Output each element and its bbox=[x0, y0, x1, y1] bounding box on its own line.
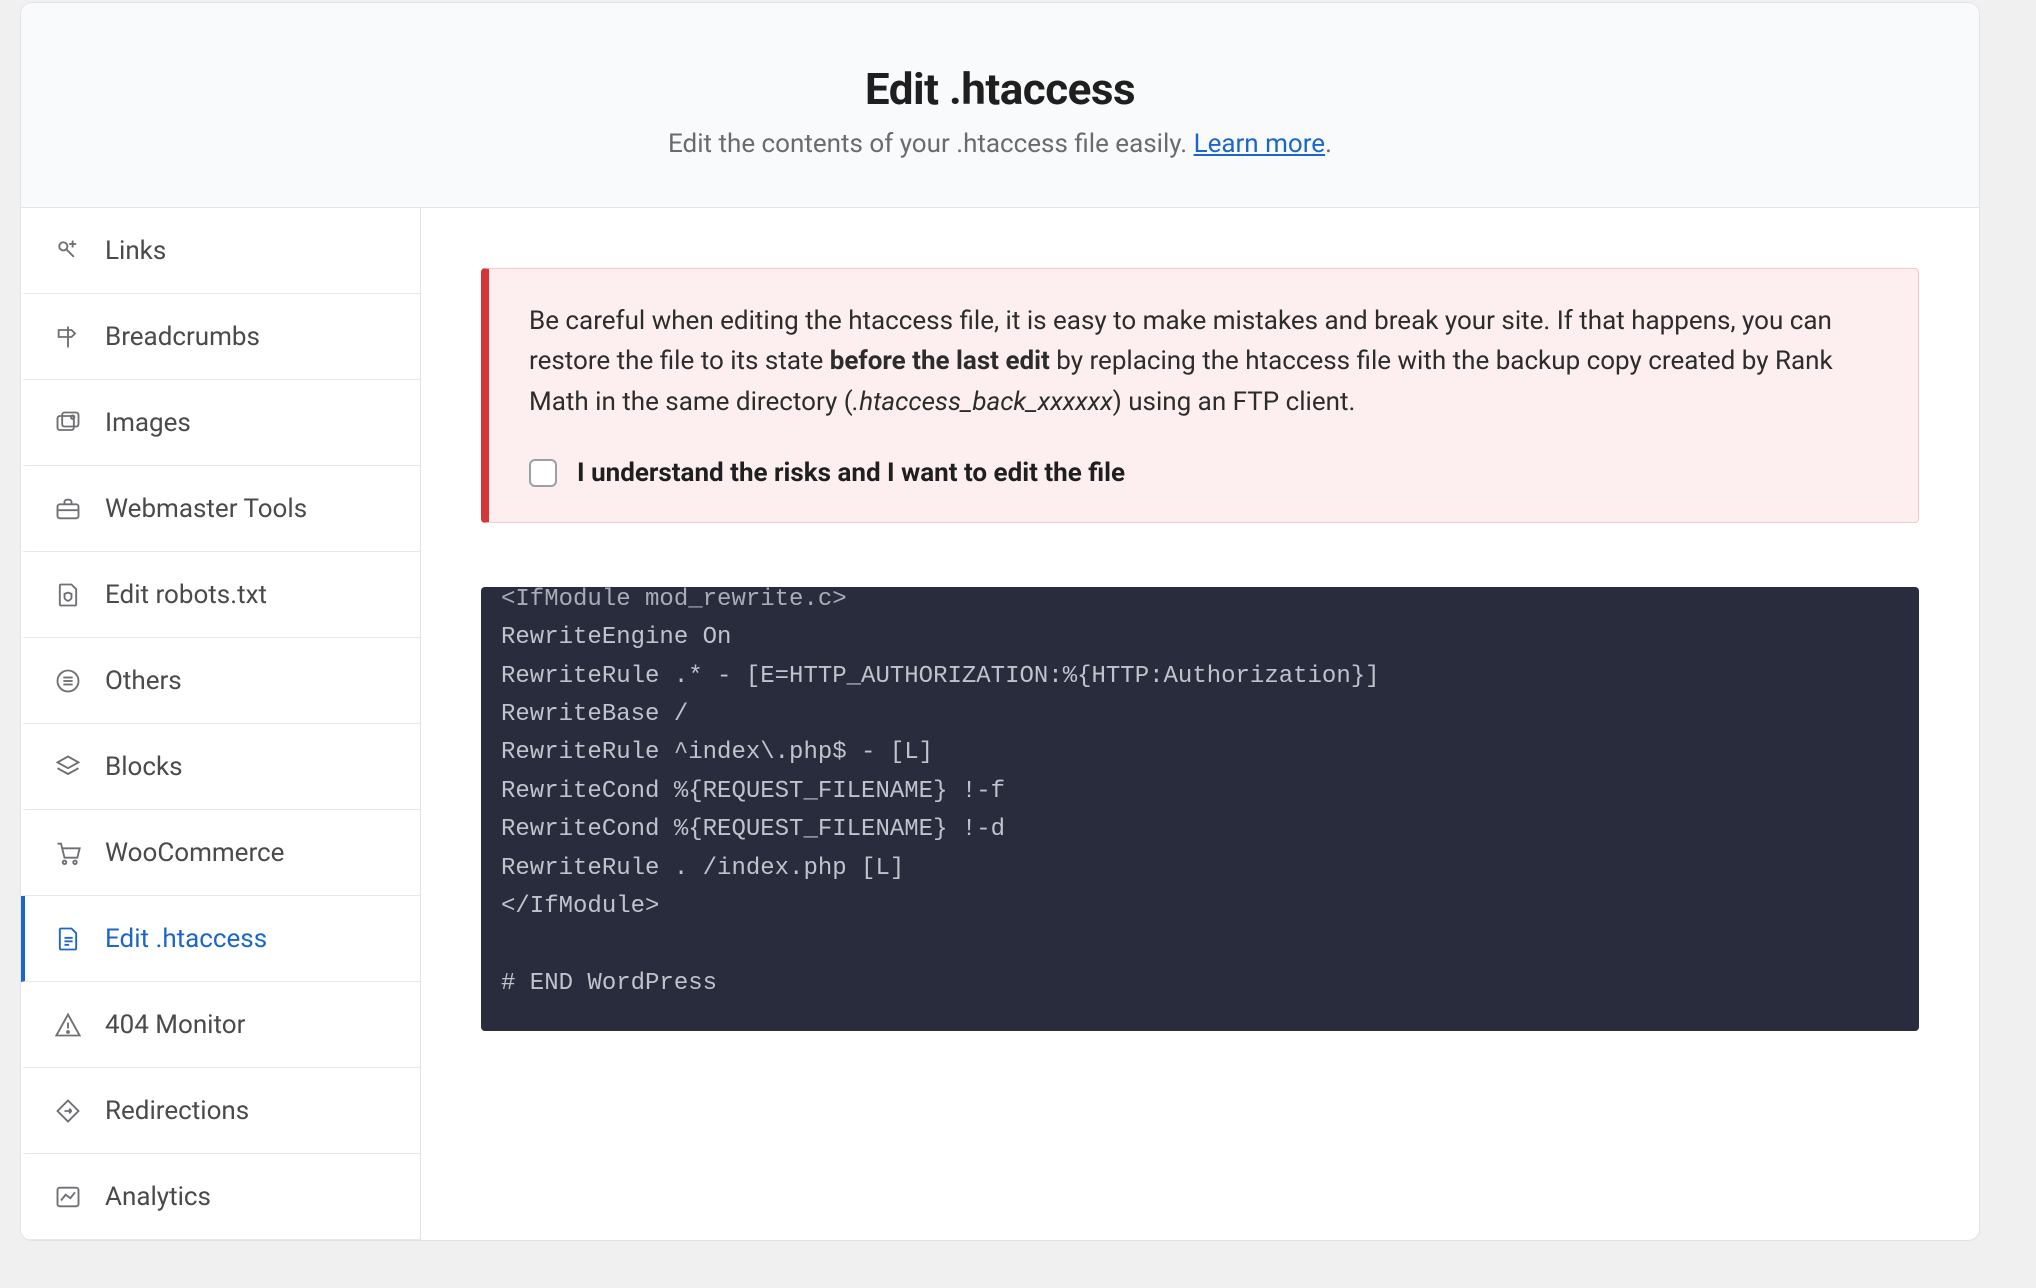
sidebar-item-woocommerce[interactable]: WooCommerce bbox=[21, 810, 420, 896]
settings-panel: Edit .htaccess Edit the contents of your… bbox=[20, 2, 1980, 1241]
settings-sidebar: Links Breadcrumbs Images Webmaster Tools Edi… bbox=[21, 208, 421, 1240]
editor-body: RewriteEngine On RewriteRule .* - [E=HTT… bbox=[501, 624, 1380, 997]
sidebar-item-analytics[interactable]: Analytics bbox=[21, 1154, 420, 1240]
consent-checkbox[interactable] bbox=[529, 459, 557, 487]
sidebar-item-breadcrumbs[interactable]: Breadcrumbs bbox=[21, 294, 420, 380]
layers-icon bbox=[53, 752, 83, 782]
sidebar-item-blocks[interactable]: Blocks bbox=[21, 724, 420, 810]
sidebar-item-label: 404 Monitor bbox=[105, 1010, 245, 1040]
sidebar-item-label: WooCommerce bbox=[105, 838, 284, 868]
chart-line-icon bbox=[53, 1182, 83, 1212]
editor-cut-line: <IfModule mod_rewrite.c> bbox=[501, 587, 1899, 619]
panel-header: Edit .htaccess Edit the contents of your… bbox=[21, 3, 1979, 208]
learn-more-link[interactable]: Learn more bbox=[1194, 129, 1326, 159]
consent-row: I understand the risks and I want to edi… bbox=[529, 458, 1878, 488]
htaccess-editor[interactable]: <IfModule mod_rewrite.c> RewriteEngine On… bbox=[481, 587, 1919, 1031]
cart-icon bbox=[53, 838, 83, 868]
sidebar-item-others[interactable]: Others bbox=[21, 638, 420, 724]
page-title: Edit .htaccess bbox=[51, 63, 1949, 115]
panel-body: Links Breadcrumbs Images Webmaster Tools Edi… bbox=[21, 208, 1979, 1240]
sidebar-item-edit-robots[interactable]: Edit robots.txt bbox=[21, 552, 420, 638]
sidebar-item-label: Analytics bbox=[105, 1182, 211, 1212]
sidebar-item-label: Edit .htaccess bbox=[105, 924, 267, 954]
warning-italic: .htaccess_back_xxxxxx bbox=[853, 387, 1113, 417]
list-circle-icon bbox=[53, 666, 83, 696]
sidebar-item-links[interactable]: Links bbox=[21, 208, 420, 294]
warning-part3: ) using an FTP client. bbox=[1113, 387, 1356, 417]
sidebar-item-label: Edit robots.txt bbox=[105, 580, 267, 610]
sidebar-item-label: Blocks bbox=[105, 752, 183, 782]
file-shield-icon bbox=[53, 580, 83, 610]
content-area: Be careful when editing the htaccess fil… bbox=[421, 208, 1979, 1240]
links-icon bbox=[53, 236, 83, 266]
sidebar-item-images[interactable]: Images bbox=[21, 380, 420, 466]
signpost-icon bbox=[53, 322, 83, 352]
consent-label[interactable]: I understand the risks and I want to edi… bbox=[577, 458, 1125, 488]
subtitle-suffix: . bbox=[1325, 129, 1332, 159]
sidebar-item-label: Links bbox=[105, 236, 166, 266]
sidebar-item-404-monitor[interactable]: 404 Monitor bbox=[21, 982, 420, 1068]
diamond-arrow-icon bbox=[53, 1096, 83, 1126]
warning-triangle-icon bbox=[53, 1010, 83, 1040]
warning-bold: before the last edit bbox=[830, 346, 1050, 376]
sidebar-item-edit-htaccess[interactable]: Edit .htaccess bbox=[21, 896, 420, 982]
sidebar-item-label: Images bbox=[105, 408, 191, 438]
subtitle-text: Edit the contents of your .htaccess file… bbox=[668, 129, 1194, 159]
briefcase-icon bbox=[53, 494, 83, 524]
sidebar-item-label: Others bbox=[105, 666, 182, 696]
warning-text: Be careful when editing the htaccess fil… bbox=[529, 301, 1878, 422]
sidebar-item-webmaster-tools[interactable]: Webmaster Tools bbox=[21, 466, 420, 552]
images-icon bbox=[53, 408, 83, 438]
file-text-icon bbox=[53, 924, 83, 954]
warning-notice: Be careful when editing the htaccess fil… bbox=[481, 268, 1919, 523]
sidebar-item-label: Redirections bbox=[105, 1096, 249, 1126]
sidebar-item-label: Webmaster Tools bbox=[105, 494, 307, 524]
sidebar-item-redirections[interactable]: Redirections bbox=[21, 1068, 420, 1154]
sidebar-item-label: Breadcrumbs bbox=[105, 322, 260, 352]
page-subtitle: Edit the contents of your .htaccess file… bbox=[51, 129, 1949, 159]
